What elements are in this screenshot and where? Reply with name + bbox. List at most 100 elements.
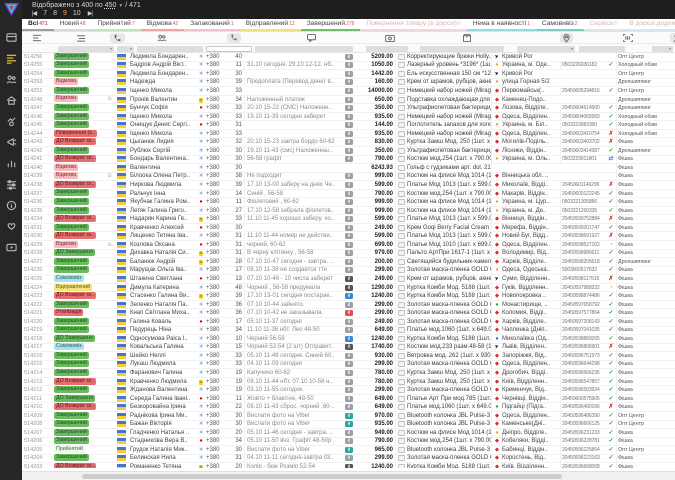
table-row[interactable]: 514238 ДО Возврат ск.. ⊙ Ниркова Людмила… — [22, 181, 675, 190]
customer-name[interactable]: Надарян Карина Гв.. — [130, 215, 196, 223]
customer-name[interactable]: Іщенко Микола — [130, 87, 196, 95]
customer-name[interactable]: Середа Галина Івані.. — [130, 395, 196, 403]
table-row[interactable]: 514256 Завершений ⊙ Людмила Бондарен.. ✳… — [22, 53, 675, 62]
tracking-number[interactable]: 20450596490166 — [560, 403, 606, 411]
refusal-info-icon[interactable]: ⊙ — [107, 95, 112, 103]
delivery-address[interactable]: Кривой Рог — [502, 53, 560, 61]
delivery-address[interactable]: Суми, Відділенн.. — [502, 275, 560, 283]
product-name[interactable]: Платье Мод 1013 (1шт. х 599.00.. — [406, 232, 492, 240]
tracking-number[interactable]: 20450597041035 — [560, 326, 606, 334]
customer-name[interactable]: Жданова Валентина — [130, 386, 196, 394]
customer-name[interactable]: Белинская Нила — [130, 454, 196, 462]
phone-cell[interactable]: +380 31 — [206, 241, 244, 249]
tracking-number[interactable]: 5003600517632 — [560, 266, 606, 274]
manager-comment[interactable]: Колір - беж Розмір 52-54 — [244, 463, 344, 468]
orders-list-icon[interactable] — [74, 33, 89, 43]
product-name[interactable]: Куртка Комби Мод. 5188 (1шт. х.. — [406, 463, 492, 468]
phone-cell[interactable]: +380 30 — [206, 412, 244, 420]
customer-name[interactable]: Бадров Андрій Вікт.. — [130, 61, 196, 69]
tracking-number[interactable]: 20450603410754 — [560, 130, 606, 138]
tracking-number[interactable]: 20450596231233 — [560, 429, 606, 437]
delivery-address[interactable]: Вінницька обл. .. — [502, 172, 560, 180]
tracking-number[interactable]: 20450597208143 — [560, 318, 606, 326]
customer-name[interactable]: Ковальська Галина — [130, 343, 196, 351]
table-row[interactable]: 514237 Завершений ⊙ Ральчук Інна ✳ +380 … — [22, 190, 675, 199]
phone-cell[interactable]: +380 36 — [206, 309, 244, 317]
manager-comment[interactable]: 07.10 10-47 сегодня - завтра. .. — [244, 258, 344, 266]
delivery-address[interactable]: Лісники, Віддін.. — [502, 147, 560, 155]
customer-name[interactable]: Баланюк Андрій — [130, 258, 196, 266]
tracking-number[interactable]: 20450599752884 — [560, 215, 606, 223]
product-name[interactable]: Светящийся будильник-хамеле.. — [406, 258, 492, 266]
manager-comment[interactable]: 05.10 11-46 сегодня - завтра. .. — [244, 429, 344, 437]
delivery-address[interactable]: Одеса, Відділен.. — [502, 113, 560, 121]
product-name[interactable]: Куртка Комби Мод. 5188 (1шт. х.. — [406, 292, 492, 300]
manager-comment[interactable]: 05.10 11-48 сегодня. Синий 60.. — [244, 352, 344, 360]
table-row[interactable]: 514214 Завершений ⊙ Фаранович Галина ✳ +… — [22, 369, 675, 378]
manager-comment[interactable]: 04.10 11-09 сегодня — [244, 360, 344, 368]
page-number-button[interactable]: 9 — [63, 10, 67, 18]
marketing-icon[interactable] — [0, 132, 22, 153]
tracking-number[interactable]: 20450596225864 — [560, 446, 606, 454]
status-filter-select[interactable]: ▾ — [58, 46, 114, 52]
phone-cell[interactable]: +380 33 — [206, 87, 244, 95]
customer-name[interactable]: Ральчук Інна — [130, 190, 196, 198]
delivery-address[interactable]: Чернівці, Віддін.. — [502, 395, 560, 403]
manager-comment[interactable]: Жовто + блакітне, 48-50 — [244, 395, 344, 403]
table-row[interactable]: 514208 Завершений ⊙ Бажан Вікторія ✳ +38… — [22, 421, 675, 430]
delivery-address[interactable]: Харків, Відділе.. — [502, 318, 560, 326]
phone-cell[interactable]: +380 32 — [206, 138, 244, 146]
product-name[interactable]: Костюм на флисе Мод 1014 (1ш.. — [406, 198, 492, 206]
product-name[interactable]: Куртка Замш Мод. 250 (1шт. х 8.. — [406, 138, 492, 146]
customer-name[interactable]: Лукаш Людмила — [130, 360, 196, 368]
delivery-address[interactable]: Львів, Відділен.. — [502, 343, 560, 351]
table-row[interactable]: 514223 ДО Возврат ск.. ⊙ Стасенко Галина… — [22, 292, 675, 301]
delivery-address[interactable]: Могилів-Поділь.. — [502, 138, 560, 146]
delivery-address[interactable]: Одеса, Одеська.. — [502, 266, 560, 274]
delivery-address[interactable]: Мерефа, Віддін.. — [502, 224, 560, 232]
phone-cell[interactable]: +380 19 — [206, 386, 244, 394]
product-name[interactable]: Куртка Комби Мод. 5188 (1шт. х.. — [406, 284, 492, 292]
status-filter-icon[interactable] — [30, 33, 45, 43]
manager-comment[interactable]: 03.10 11-55 сегодня. — [244, 386, 344, 394]
address-column-icon[interactable] — [560, 33, 573, 43]
delivery-address[interactable]: Кривой Рог — [502, 70, 560, 78]
product-name[interactable]: Золотая маска-пленка GOLD C.. — [406, 360, 492, 368]
delivery-address[interactable]: Миколаїв, Відді.. — [502, 181, 560, 189]
customer-name[interactable]: Надежда — [130, 78, 196, 86]
delivery-address[interactable]: улица Горная 5/2 — [502, 78, 560, 86]
product-name[interactable]: Костюм мод.233 разм.48-58 (1.. — [406, 343, 492, 351]
customer-name[interactable]: Іщенко Микола — [130, 130, 196, 138]
table-row[interactable]: 514215 Завершений ⊙ Лукаш Людмила ✳ +380… — [22, 361, 675, 370]
phone-cell[interactable]: +380 13 — [206, 275, 244, 283]
tracking-number[interactable]: 20450598874486 — [560, 292, 606, 300]
phone-cell[interactable]: +380 11 — [206, 61, 244, 69]
table-row[interactable]: 514227 Завершений ⊙ Баланюк Андрій lc +3… — [22, 258, 675, 267]
manager-comment[interactable]: Вислати фото на Viber — [244, 420, 344, 428]
customer-name[interactable]: Іщенко Микола — [130, 113, 196, 121]
name-filter-input[interactable] — [137, 46, 203, 52]
tracking-number[interactable]: 0503221260335 — [560, 207, 606, 215]
phone-cell[interactable]: +380 33 — [206, 352, 244, 360]
table-row[interactable]: 514218 ДО Завершено ⊙ Односумова Раіса І… — [22, 335, 675, 344]
display-range-to[interactable]: 450 — [105, 2, 117, 9]
manager-comment[interactable]: 11.10 11-44 номер не действи.. — [244, 232, 344, 240]
customer-name[interactable]: Димула Катерина — [130, 284, 196, 292]
product-name[interactable]: Платье Мод 1010 (1шт. х 699.00.. — [406, 241, 492, 249]
product-name[interactable]: Золотая маска-пленка GOLD C.. — [406, 318, 492, 326]
customer-name[interactable]: Пронів Валентин — [130, 96, 196, 104]
product-name[interactable]: Платье Арт При мод.785 (1шт. х.. — [406, 395, 492, 403]
product-name[interactable]: Костюм на флисе Мод 1014 (1ш.. — [406, 429, 492, 437]
feedback-icon[interactable] — [0, 216, 22, 237]
customer-name[interactable]: Романенко Тетяна — [130, 463, 196, 468]
delivery-address[interactable]: Харків, Відділе.. — [502, 258, 560, 266]
product-name[interactable]: Немецкий набор ножей (Mirage .. — [406, 113, 492, 121]
phone-cell[interactable]: +380 34 — [206, 326, 244, 334]
tracking-number[interactable]: 20450605294816 — [560, 87, 606, 95]
phone-cell[interactable]: +380 33 — [206, 130, 244, 138]
customer-name[interactable]: Грудок Наталія Мик.. — [130, 446, 196, 454]
manager-comment[interactable]: 19.10 11-43 (смс) Наложенны.. — [244, 147, 344, 155]
status-tab[interactable]: Новий48 — [54, 19, 92, 31]
product-name[interactable]: Поглотитель запахов для холод.. — [406, 121, 492, 129]
manager-comment[interactable]: 20.10 15-23 завтра бордо 60-62 — [244, 138, 344, 146]
